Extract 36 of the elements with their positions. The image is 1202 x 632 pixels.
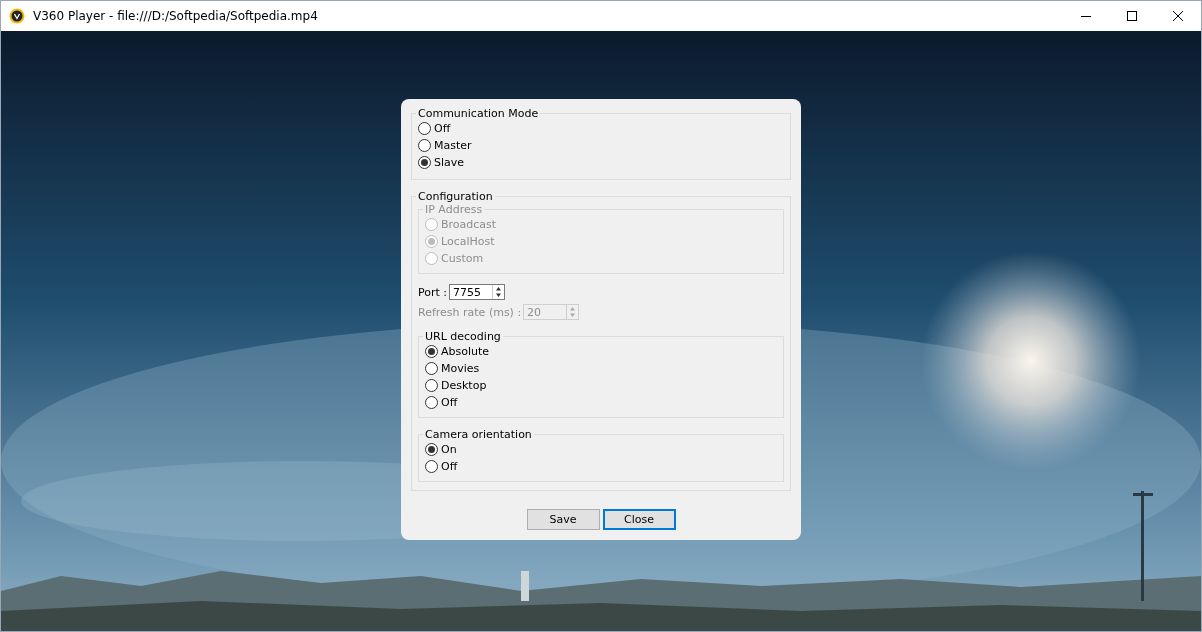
radio-label: Absolute: [441, 345, 490, 358]
radio-label: On: [441, 443, 457, 456]
radio-button[interactable]: [425, 460, 438, 473]
window-title: V360 Player - file:///D:/Softpedia/Softpedia.mp4: [33, 9, 319, 23]
field-label: Refresh rate (ms) :: [418, 305, 522, 319]
radio-label: Broadcast: [441, 218, 497, 231]
spin-arrows-icon[interactable]: [492, 285, 504, 299]
group-title: Configuration: [417, 190, 494, 203]
app-logo-icon: [9, 8, 25, 24]
group-title: IP Address: [424, 203, 484, 216]
radio-button[interactable]: [418, 156, 431, 169]
radio-button[interactable]: [425, 379, 438, 392]
radio-label: Custom: [441, 252, 484, 265]
group-title: URL decoding: [424, 330, 502, 343]
radio-button[interactable]: [425, 362, 438, 375]
maximize-icon: [1127, 11, 1137, 21]
radio-label: Movies: [441, 362, 480, 375]
group-title: Communication Mode: [417, 107, 540, 120]
radio-label: Slave: [434, 156, 465, 169]
radio-button[interactable]: [425, 396, 438, 409]
radio-label: Off: [441, 460, 458, 473]
field-label: Port :: [418, 285, 447, 299]
dialog-button[interactable]: Save: [526, 509, 600, 530]
radio-button[interactable]: [418, 122, 431, 135]
group-title: Camera orientation: [424, 428, 533, 441]
radio-label: Master: [434, 139, 472, 152]
radio-label: Desktop: [441, 379, 487, 392]
close-icon: [1173, 11, 1183, 21]
spin-field[interactable]: 7755: [449, 284, 505, 300]
dialog-button[interactable]: Close: [602, 509, 676, 530]
radio-label: Off: [434, 122, 451, 135]
radio-label: Off: [441, 396, 458, 409]
radio-button[interactable]: [425, 345, 438, 358]
radio-button[interactable]: [418, 139, 431, 152]
radio-button[interactable]: [425, 443, 438, 456]
radio-label: LocalHost: [441, 235, 495, 248]
